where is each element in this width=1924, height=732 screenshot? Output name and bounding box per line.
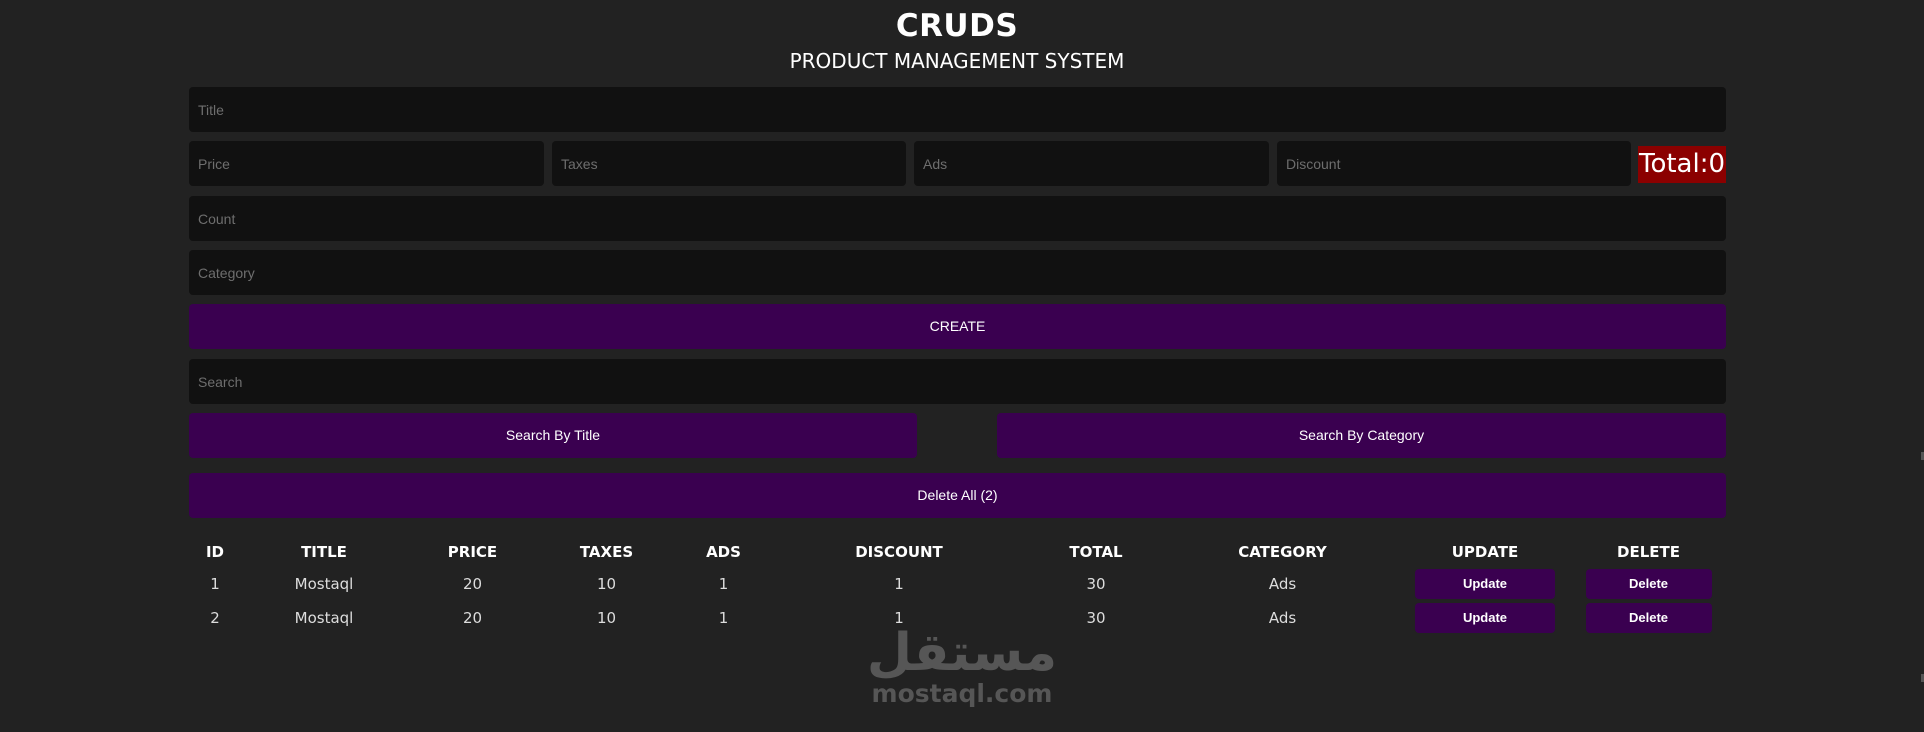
header-update: UPDATE	[1451, 543, 1519, 561]
header-title: TITLE	[301, 543, 347, 561]
cell-title: Mostaql	[294, 609, 354, 627]
cell-price: 20	[462, 575, 483, 593]
search-input[interactable]	[189, 359, 1726, 404]
cell-category: Ads	[1268, 609, 1297, 627]
title-input[interactable]	[189, 87, 1726, 132]
cell-id: 2	[210, 609, 220, 627]
header-taxes: TAXES	[579, 543, 634, 561]
cell-price: 20	[462, 609, 483, 627]
cell-taxes: 10	[596, 609, 617, 627]
products-table: ID TITLE PRICE TAXES ADS DISCOUNT TOTAL …	[189, 537, 1726, 635]
update-button[interactable]: Update	[1415, 603, 1555, 633]
watermark-url-text: mostaql.com	[871, 679, 1053, 708]
cell-taxes: 10	[596, 575, 617, 593]
search-by-title-button[interactable]: Search By Title	[189, 413, 917, 458]
count-input[interactable]	[189, 196, 1726, 241]
cell-ads: 1	[718, 609, 729, 627]
window-edge-markers	[1918, 0, 1924, 732]
total-badge: Total:0	[1638, 146, 1726, 183]
page-subtitle: PRODUCT MANAGEMENT SYSTEM	[789, 49, 1125, 73]
search-by-category-button[interactable]: Search By Category	[997, 413, 1726, 458]
discount-input[interactable]	[1277, 141, 1631, 186]
header-total: TOTAL	[1069, 543, 1123, 561]
cell-delete: Delete	[1571, 567, 1726, 601]
cell-total: 30	[1086, 575, 1106, 593]
header-ads: ADS	[706, 543, 741, 561]
cell-category: Ads	[1268, 575, 1297, 593]
cell-delete: Delete	[1571, 601, 1726, 635]
header-id: ID	[205, 543, 225, 561]
cell-discount: 1	[894, 575, 904, 593]
table-row: 1 Mostaql 20 10 1 1 30 Ads Update Delete	[189, 567, 1726, 601]
page: CRUDS PRODUCT MANAGEMENT SYSTEM Total:0 …	[0, 0, 1924, 732]
brand-title: CRUDS	[895, 8, 1019, 44]
cell-ads: 1	[718, 575, 729, 593]
price-input[interactable]	[189, 141, 544, 186]
cell-update: Update	[1399, 601, 1571, 635]
header-discount: DISCOUNT	[855, 543, 943, 561]
ads-input[interactable]	[914, 141, 1269, 186]
cell-title: Mostaql	[294, 575, 354, 593]
category-input[interactable]	[189, 250, 1726, 295]
header-category: CATEGORY	[1238, 543, 1327, 561]
cell-id: 1	[210, 575, 220, 593]
update-button[interactable]: Update	[1415, 569, 1555, 599]
taxes-input[interactable]	[552, 141, 906, 186]
header: CRUDS PRODUCT MANAGEMENT SYSTEM	[0, 6, 1914, 75]
header-price: PRICE	[447, 543, 498, 561]
delete-all-button[interactable]: Delete All (2)	[189, 473, 1726, 518]
table-header-row: ID TITLE PRICE TAXES ADS DISCOUNT TOTAL …	[189, 537, 1726, 567]
header-delete: DELETE	[1617, 543, 1680, 561]
create-button[interactable]: CREATE	[189, 304, 1726, 349]
cell-update: Update	[1399, 567, 1571, 601]
watermark-arabic-text: مستقل	[866, 623, 1058, 683]
delete-button[interactable]: Delete	[1585, 603, 1712, 633]
delete-button[interactable]: Delete	[1585, 569, 1712, 599]
watermark-logo: مستقل mostaql.com	[862, 622, 1062, 708]
